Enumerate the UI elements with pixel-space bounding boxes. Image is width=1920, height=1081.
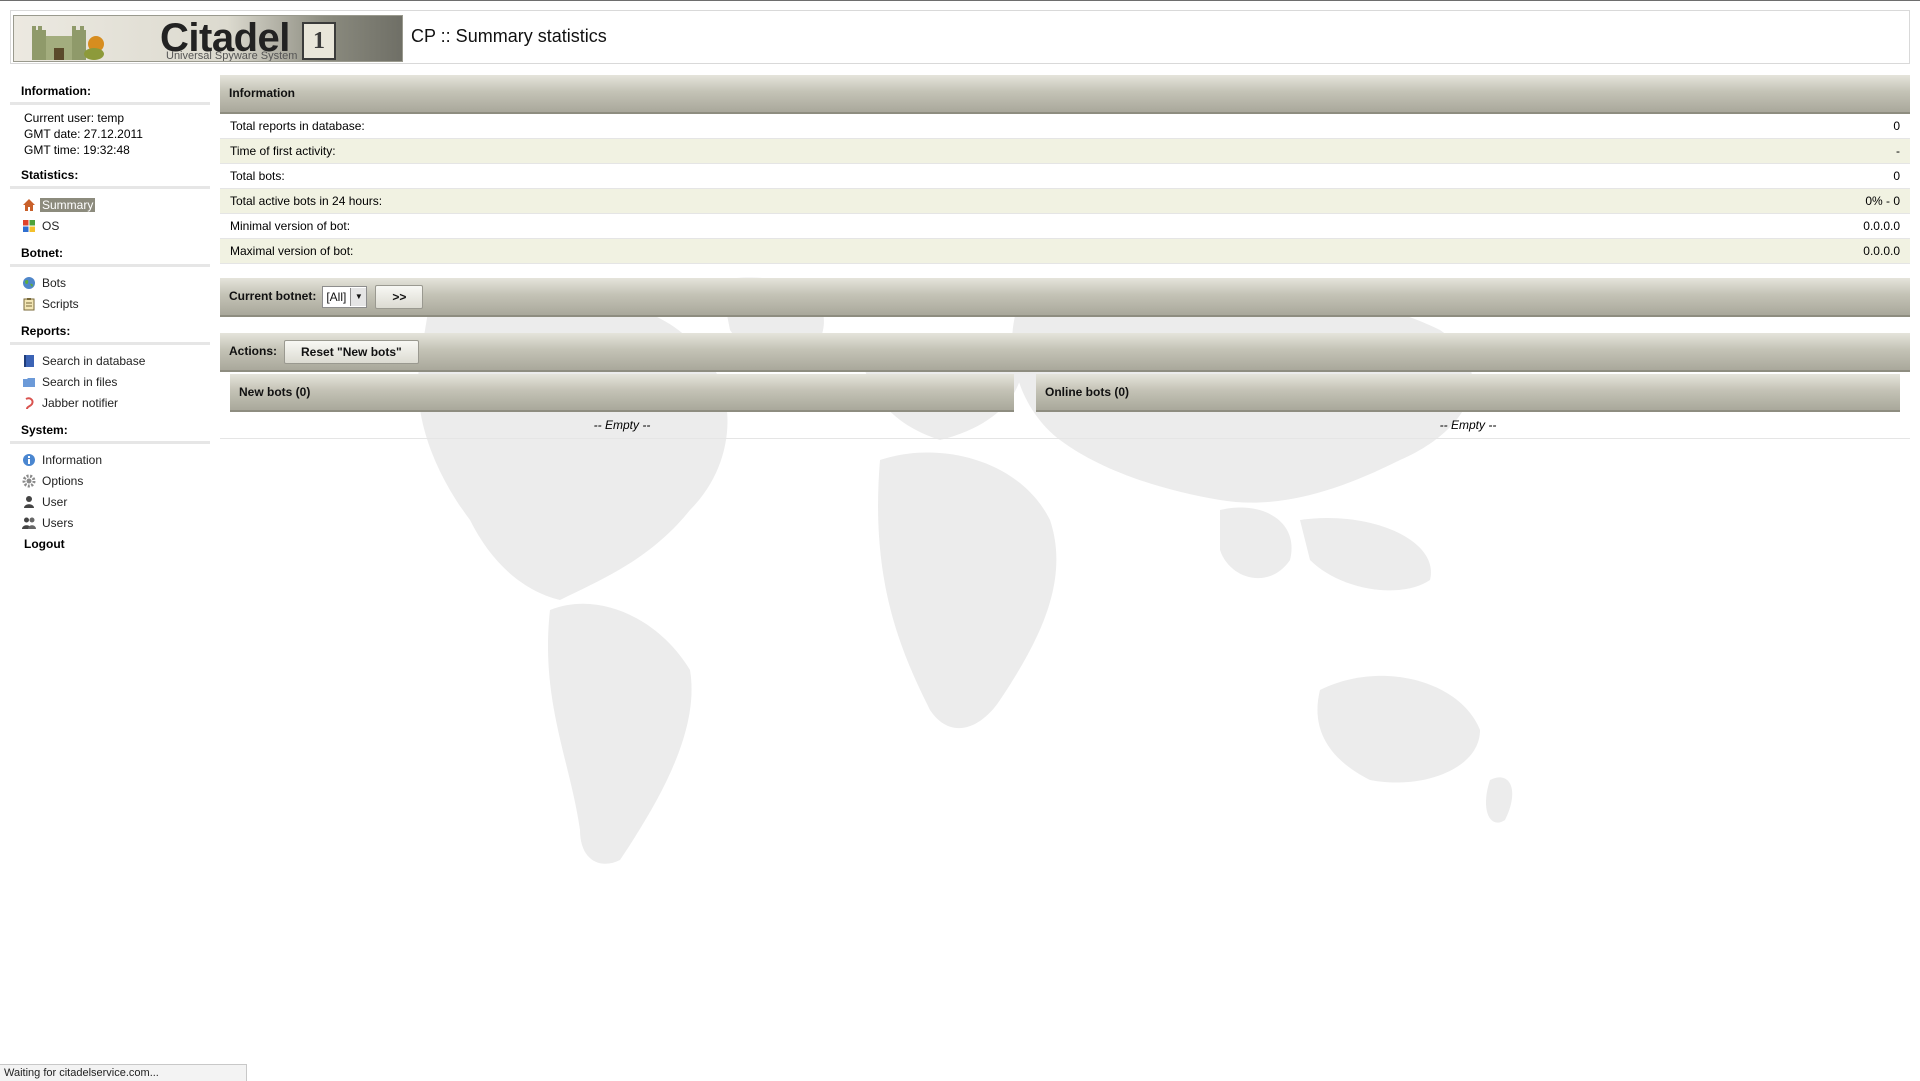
browser-status-bar: Waiting for citadelservice.com... (0, 1064, 247, 1081)
jabber-icon (25, 396, 34, 409)
info-row-value: 0 (1893, 169, 1900, 183)
botnet-select-value: [All] (326, 289, 347, 304)
online-bots-panel: Online bots (0) -- Empty -- (1036, 374, 1900, 438)
sidebar: Information: Current user: temp GMT date… (10, 80, 210, 555)
main-content: Information Total reports in database: 0… (220, 75, 1910, 439)
sidebar-item-scripts[interactable]: Scripts (10, 293, 210, 314)
botnet-filter-bar: Current botnet: [All] ▼ >> (220, 278, 1910, 317)
citadel-logo: Citadel 1 Universal Spyware System (13, 15, 403, 62)
info-row-label: Total reports in database: (230, 119, 365, 133)
chevron-down-icon: ▼ (350, 287, 367, 306)
info-row-value: - (1896, 144, 1900, 158)
globe-icon (23, 276, 35, 289)
sidebar-item-label: Bots (42, 275, 67, 290)
info-row-value: 0 (1893, 119, 1900, 133)
sidebar-item-label: OS (42, 218, 60, 233)
reset-new-bots-button[interactable]: Reset "New bots" (284, 339, 419, 364)
info-row: Total reports in database: 0 (220, 114, 1910, 139)
new-bots-panel: New bots (0) -- Empty -- (230, 374, 1014, 438)
gmt-time-text: GMT time: 19:32:48 (24, 143, 130, 157)
sidebar-item-label: Users (42, 515, 74, 530)
sidebar-item-search-database[interactable]: Search in database (10, 350, 210, 371)
new-bots-empty-text: -- Empty -- (593, 418, 651, 432)
user-icon (24, 495, 34, 508)
new-bots-header: New bots (0) (230, 374, 1014, 412)
info-row: Minimal version of bot: 0.0.0.0 (220, 214, 1910, 239)
sidebar-item-jabber-notifier[interactable]: Jabber notifier (10, 392, 210, 413)
sidebar-item-summary[interactable]: Summary (10, 194, 210, 215)
sidebar-heading-system: System: (10, 419, 210, 444)
sidebar-item-search-files[interactable]: Search in files (10, 371, 210, 392)
sidebar-item-label: Jabber notifier (42, 395, 119, 410)
botnet-select[interactable]: [All] ▼ (322, 285, 368, 308)
sidebar-item-label: Options (42, 473, 84, 488)
users-icon (22, 517, 36, 529)
sidebar-heading-reports: Reports: (10, 320, 210, 345)
info-row: Maximal version of bot: 0.0.0.0 (220, 239, 1910, 264)
sidebar-item-label: Scripts (42, 296, 79, 311)
logo-version-badge: 1 (302, 22, 336, 60)
header: Citadel 1 Universal Spyware System CP ::… (10, 10, 1910, 64)
sidebar-heading-information: Information: (10, 80, 210, 105)
sidebar-item-os[interactable]: OS (10, 215, 210, 236)
current-botnet-label: Current botnet: (229, 289, 317, 303)
current-user-text: Current user: temp (24, 111, 125, 125)
clipboard-icon (23, 297, 35, 310)
info-row-value: 0% - 0 (1865, 194, 1900, 208)
castle-icon (32, 26, 104, 60)
divider (220, 438, 1910, 439)
sidebar-item-label: Search in files (42, 374, 118, 389)
info-row-label: Time of first activity: (230, 144, 336, 158)
info-row: Total active bots in 24 hours: 0% - 0 (220, 189, 1910, 214)
sidebar-item-label: Search in database (42, 353, 146, 368)
info-row: Total bots: 0 (220, 164, 1910, 189)
logout-link[interactable]: Logout (10, 533, 210, 555)
botnet-go-button[interactable]: >> (375, 284, 424, 309)
page-title: CP :: Summary statistics (411, 26, 607, 46)
sidebar-item-label: Information (42, 452, 103, 467)
info-icon (23, 453, 35, 466)
info-row-label: Minimal version of bot: (230, 219, 351, 233)
sidebar-item-bots[interactable]: Bots (10, 272, 210, 293)
book-icon (24, 354, 34, 367)
info-row-value: 0.0.0.0 (1863, 244, 1900, 258)
info-row-label: Total active bots in 24 hours: (230, 194, 383, 208)
window-top-border (0, 0, 1920, 1)
home-icon (23, 198, 35, 211)
information-panel-header: Information (220, 75, 1910, 114)
info-row-label: Maximal version of bot: (230, 244, 354, 258)
info-row: Time of first activity: - (220, 139, 1910, 164)
sidebar-item-options[interactable]: Options (10, 470, 210, 491)
folder-icon (23, 377, 35, 387)
bots-columns: New bots (0) -- Empty -- Online bots (0)… (220, 374, 1910, 438)
online-bots-empty-text: -- Empty -- (1439, 418, 1497, 432)
logo-subtitle: Universal Spyware System (166, 50, 298, 62)
sidebar-item-user[interactable]: User (10, 491, 210, 512)
sidebar-item-label: Summary (40, 197, 96, 212)
online-bots-header: Online bots (0) (1036, 374, 1900, 412)
sidebar-heading-botnet: Botnet: (10, 242, 210, 267)
sidebar-heading-statistics: Statistics: (10, 164, 210, 189)
actions-bar: Actions: Reset "New bots" (220, 333, 1910, 372)
actions-label: Actions: (229, 344, 277, 358)
sidebar-item-information[interactable]: Information (10, 449, 210, 470)
windows-icon (23, 219, 35, 232)
sidebar-item-users[interactable]: Users (10, 512, 210, 533)
sidebar-item-label: User (42, 494, 68, 509)
gmt-date-text: GMT date: 27.12.2011 (24, 127, 143, 141)
info-row-value: 0.0.0.0 (1863, 219, 1900, 233)
info-row-label: Total bots: (230, 169, 285, 183)
gear-icon (22, 474, 36, 487)
